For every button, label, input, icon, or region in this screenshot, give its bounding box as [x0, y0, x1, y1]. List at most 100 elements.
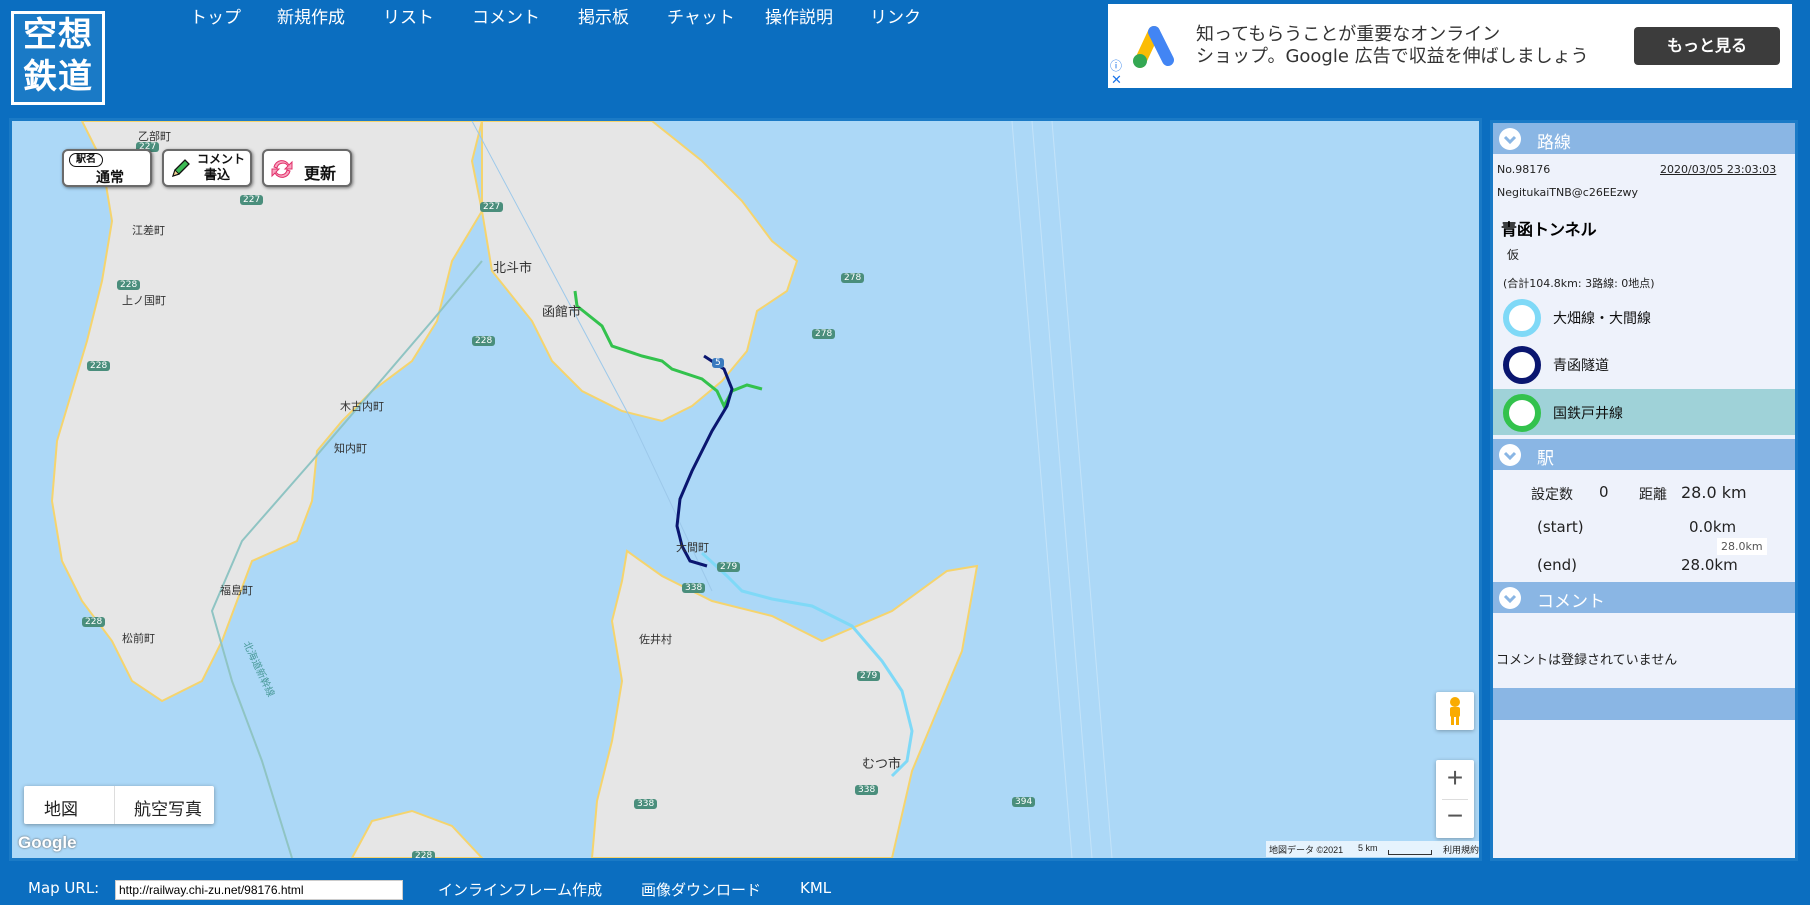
place-fukushima: 福島町: [220, 584, 253, 597]
route-section-header[interactable]: 路線: [1493, 123, 1795, 154]
station-name-toggle-button[interactable]: 駅名 通常: [62, 149, 152, 187]
route-shield: 338: [682, 583, 706, 593]
scale-label[interactable]: 5 km: [1358, 843, 1378, 853]
nav-help[interactable]: 操作説明: [765, 3, 833, 28]
start-value: 0.0km: [1689, 518, 1737, 536]
info-panel: 路線 No.98176 2020/03/05 23:03:03 Negituka…: [1490, 120, 1798, 861]
refresh-button[interactable]: 更新: [262, 149, 352, 187]
refresh-icon: [269, 157, 295, 181]
route-section-title: 路線: [1537, 133, 1571, 153]
google-ads-icon: [1133, 26, 1174, 68]
zoom-out-button[interactable]: −: [1436, 800, 1474, 832]
header-bar: 空想 鉄道 トップ 新規作成 リスト コメント 掲示板 チャット 操作説明 リン…: [0, 0, 1810, 118]
map-type-control: 地図 航空写真: [24, 786, 214, 824]
route-shield: 338: [634, 799, 658, 809]
comment-section-header[interactable]: コメント: [1493, 582, 1795, 613]
chevron-down-icon: [1499, 587, 1521, 609]
distance-label: 距離: [1639, 487, 1667, 503]
line-name: 青函隧道: [1553, 358, 1609, 374]
comment-footer-bar: [1493, 688, 1795, 720]
zoom-control: + −: [1436, 760, 1474, 838]
site-logo[interactable]: 空想 鉄道: [9, 9, 107, 107]
street-view-pegman-icon[interactable]: [1436, 692, 1474, 730]
nav-board[interactable]: 掲示板: [578, 3, 629, 28]
map-type-satellite-button[interactable]: 航空写真: [134, 795, 202, 820]
start-label: (start): [1537, 518, 1584, 536]
comment-section-title: コメント: [1537, 592, 1605, 612]
route-shield: 227: [480, 202, 504, 212]
route-shield: 394: [1012, 797, 1036, 807]
zoom-in-button[interactable]: +: [1436, 762, 1474, 794]
ad-info-icon[interactable]: ⓘ: [1110, 59, 1122, 73]
place-hokuto: 北斗市: [493, 261, 533, 276]
station-mode-label: 通常: [96, 170, 124, 186]
attribution-text[interactable]: 地図データ ©2021: [1269, 843, 1343, 856]
comment-btn-line-2: 書込: [204, 168, 231, 183]
iframe-link[interactable]: インラインフレーム作成: [438, 879, 602, 900]
end-value: 28.0km: [1681, 556, 1738, 574]
line-item-seikan[interactable]: 青函隧道: [1493, 341, 1795, 387]
station-section-title: 駅: [1537, 449, 1554, 469]
map-url-label: Map URL:: [28, 879, 100, 897]
map-url-field[interactable]: http://railway.chi-zu.net/98176.html: [115, 880, 403, 900]
route-date: 2020/03/05 23:03:03: [1660, 163, 1777, 176]
route-shield: 228: [412, 851, 436, 858]
line-item-toi[interactable]: 国鉄戸井線: [1493, 389, 1795, 435]
line-name: 大畑線・大間線: [1553, 311, 1651, 327]
nav-top[interactable]: トップ: [190, 3, 241, 28]
nav-chat[interactable]: チャット: [667, 3, 735, 28]
route-title: 青函トンネル: [1501, 220, 1597, 239]
comment-write-button[interactable]: コメント 書込: [162, 149, 252, 187]
route-shield: 228: [82, 617, 106, 627]
chevron-down-icon: [1499, 128, 1521, 150]
route-shield: 279: [857, 671, 881, 681]
route-shield: 278: [841, 273, 865, 283]
no-comment-text: コメントは登録されていません: [1496, 653, 1678, 668]
route-shield: 228: [117, 280, 141, 290]
station-count-value: 0: [1599, 483, 1609, 501]
map-canvas[interactable]: 乙部町 江差町 上ノ国町 北斗市 函館市 木古内町 知内町 福島町 松前町 大間…: [9, 118, 1482, 861]
nav-comment[interactable]: コメント: [472, 3, 540, 28]
image-download-link[interactable]: 画像ダウンロード: [641, 879, 761, 900]
refresh-label: 更新: [304, 164, 337, 183]
nav-list[interactable]: リスト: [383, 3, 434, 28]
route-shield: 5: [712, 358, 724, 368]
map-type-map-button[interactable]: 地図: [44, 795, 78, 820]
line-color-icon: [1503, 394, 1541, 432]
map-graphic: [50, 121, 1113, 858]
place-matsumae: 松前町: [122, 632, 155, 645]
footer-bar: Map URL: http://railway.chi-zu.net/98176…: [0, 873, 1810, 905]
place-shiriuchi: 知内町: [334, 442, 367, 455]
route-summary: (合計104.8km: 3路線: 0地点): [1503, 277, 1655, 290]
station-tag: 駅名: [69, 153, 103, 167]
comment-btn-line-1: コメント: [197, 152, 246, 166]
distance-tooltip: 28.0km: [1717, 538, 1767, 555]
distance-value: 28.0 km: [1681, 483, 1747, 502]
logo-line-2: 鉄道: [23, 57, 93, 97]
kml-link[interactable]: KML: [800, 879, 831, 897]
nav-links[interactable]: リンク: [870, 3, 921, 28]
line-color-icon: [1503, 299, 1541, 337]
route-shield: 278: [812, 329, 836, 339]
ad-close-icon[interactable]: ✕: [1111, 73, 1122, 88]
line-name: 国鉄戸井線: [1553, 406, 1623, 422]
logo-line-1: 空想: [23, 15, 93, 55]
route-shield: 228: [87, 361, 111, 371]
ad-banner[interactable]: 知ってもらうことが重要なオンライン ショップ。Google 広告で収益を伸ばしま…: [1108, 4, 1792, 88]
terms-link[interactable]: 利用規約: [1443, 843, 1479, 856]
place-esashi: 江差町: [132, 224, 165, 237]
route-subtitle: 仮: [1507, 248, 1520, 262]
place-kaminokuni: 上ノ国町: [122, 294, 166, 307]
place-oma: 大間町: [676, 541, 709, 554]
station-section-header[interactable]: 駅: [1493, 439, 1795, 470]
ad-text-line-1: 知ってもらうことが重要なオンライン: [1196, 24, 1501, 45]
scale-bar: [1388, 850, 1432, 855]
map-attribution: 地図データ ©2021 5 km 利用規約: [1266, 841, 1479, 857]
nav-new[interactable]: 新規作成: [277, 3, 345, 28]
route-number: No.98176: [1497, 163, 1551, 176]
google-logo: Google: [18, 833, 77, 852]
end-label: (end): [1537, 556, 1577, 574]
ad-more-button[interactable]: もっと見る: [1634, 27, 1780, 65]
chevron-down-icon: [1499, 444, 1521, 466]
line-item-ohata[interactable]: 大畑線・大間線: [1493, 294, 1795, 340]
